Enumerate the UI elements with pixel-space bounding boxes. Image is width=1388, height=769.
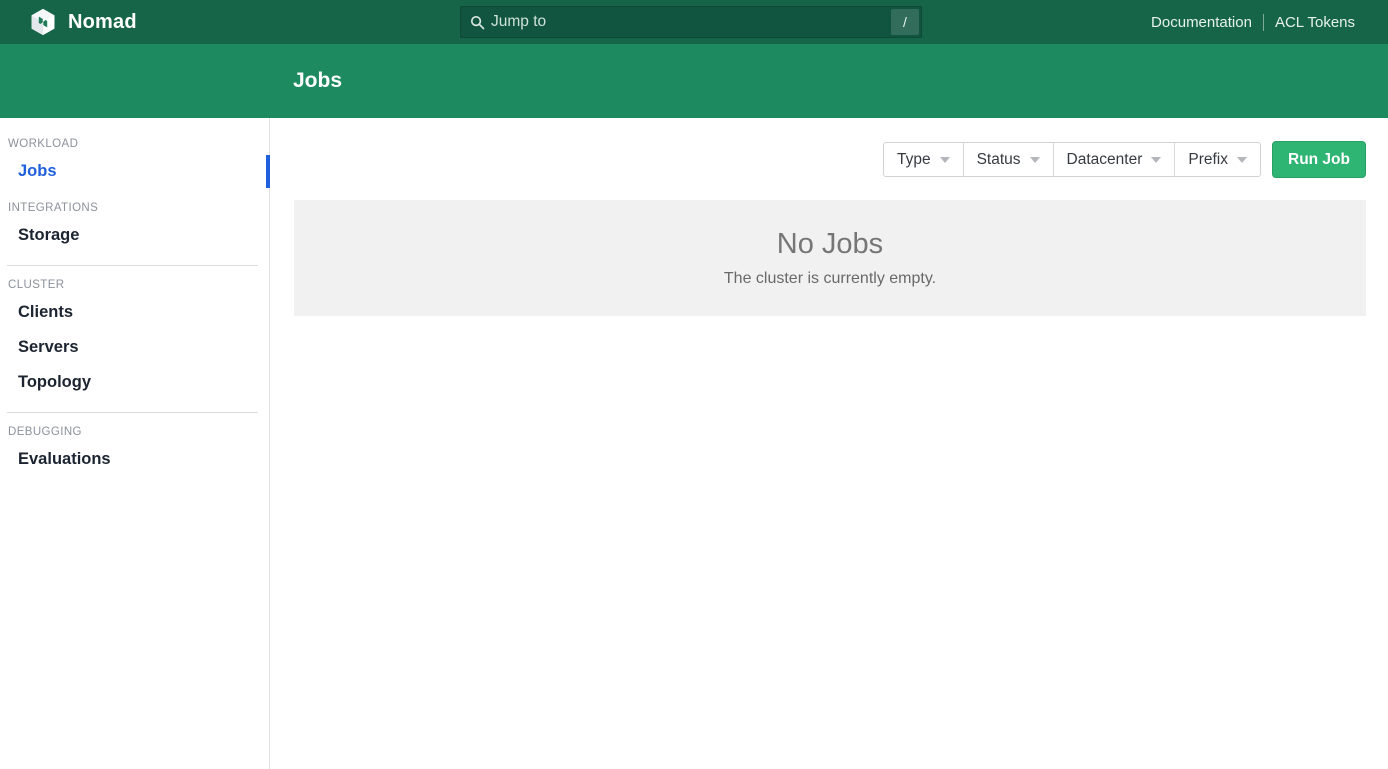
brand-name: Nomad (68, 11, 137, 34)
sidebar-heading-workload: WORKLOAD (8, 138, 261, 150)
sidebar-divider (7, 412, 258, 413)
status-filter-label: Status (977, 151, 1021, 169)
chevron-down-icon (1237, 157, 1247, 163)
chevron-down-icon (1151, 157, 1161, 163)
empty-state-message: The cluster is currently empty. (724, 270, 936, 288)
jobs-toolbar: Type Status Datacenter Prefix Run Job (294, 141, 1366, 178)
sidebar-heading-integrations: INTEGRATIONS (8, 202, 261, 214)
sidebar-divider (7, 265, 258, 266)
type-filter-dropdown[interactable]: Type (884, 143, 963, 176)
jump-to-input[interactable] (491, 13, 891, 31)
slash-shortcut-key: / (891, 9, 919, 35)
datacenter-filter-dropdown[interactable]: Datacenter (1053, 143, 1175, 176)
top-nav-bar: Nomad / Documentation ACL Tokens (0, 0, 1388, 44)
page-title: Jobs (293, 69, 342, 93)
sidebar-heading-debugging: DEBUGGING (8, 426, 261, 438)
nomad-brand[interactable]: Nomad (0, 8, 137, 36)
documentation-link[interactable]: Documentation (1151, 14, 1252, 31)
sidebar-item-clients[interactable]: Clients (0, 295, 269, 330)
datacenter-filter-label: Datacenter (1067, 151, 1143, 169)
sidebar-item-jobs[interactable]: Jobs (0, 154, 269, 189)
empty-state-title: No Jobs (777, 228, 883, 261)
jump-to-search[interactable]: / (460, 6, 922, 38)
run-job-button[interactable]: Run Job (1272, 141, 1366, 178)
chevron-down-icon (940, 157, 950, 163)
sidebar-heading-cluster: CLUSTER (8, 279, 261, 291)
search-icon (470, 15, 485, 30)
prefix-filter-dropdown[interactable]: Prefix (1174, 143, 1260, 176)
top-links: Documentation ACL Tokens (1151, 14, 1388, 31)
chevron-down-icon (1030, 157, 1040, 163)
empty-state-panel: No Jobs The cluster is currently empty. (294, 200, 1366, 316)
filter-group: Type Status Datacenter Prefix (883, 142, 1261, 177)
top-link-divider (1263, 14, 1264, 31)
main-content: Type Status Datacenter Prefix Run Job (270, 118, 1388, 769)
sidebar: WORKLOAD Jobs INTEGRATIONS Storage CLUST… (0, 118, 270, 769)
sidebar-item-servers[interactable]: Servers (0, 330, 269, 365)
page-header-bar: Jobs (0, 44, 1388, 118)
acl-tokens-link[interactable]: ACL Tokens (1275, 14, 1355, 31)
sidebar-item-storage[interactable]: Storage (0, 218, 269, 253)
prefix-filter-label: Prefix (1188, 151, 1228, 169)
type-filter-label: Type (897, 151, 931, 169)
nomad-logo-icon (28, 8, 58, 36)
sidebar-item-topology[interactable]: Topology (0, 365, 269, 400)
sidebar-item-evaluations[interactable]: Evaluations (0, 442, 269, 477)
status-filter-dropdown[interactable]: Status (963, 143, 1053, 176)
